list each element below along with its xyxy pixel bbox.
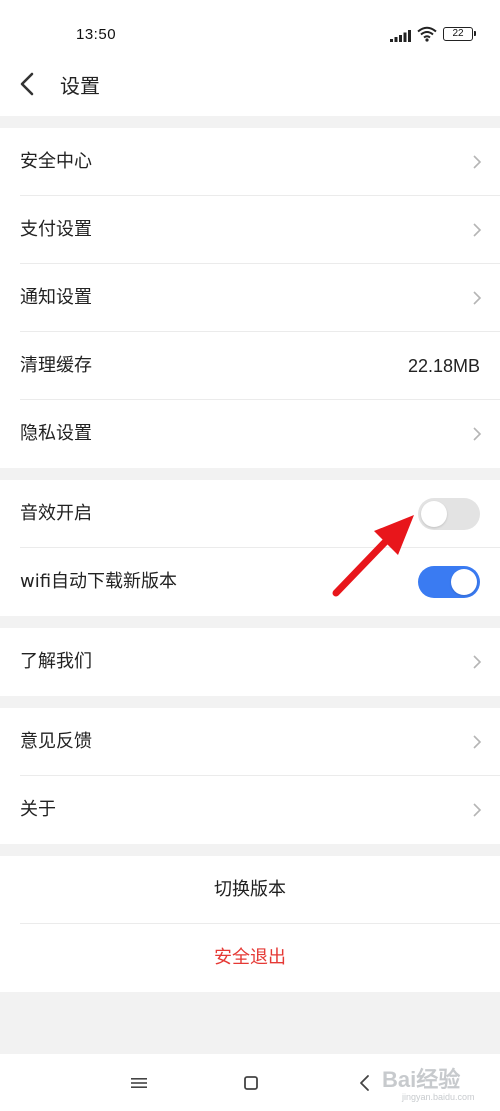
status-time: 13:50	[76, 26, 117, 43]
chevron-right-icon	[473, 223, 482, 237]
row-clear-cache[interactable]: 清理缓存 22.18MB	[0, 332, 500, 400]
row-label: 了解我们	[20, 651, 92, 672]
wifi-icon	[417, 26, 437, 42]
battery-level: 22	[452, 28, 464, 39]
row-label: wifi自动下载新版本	[20, 571, 178, 592]
sound-effects-toggle[interactable]	[418, 498, 480, 530]
settings-group-actions: 切换版本 安全退出	[0, 856, 500, 992]
menu-icon[interactable]	[128, 1072, 150, 1094]
page-title: 设置	[60, 74, 100, 98]
square-home-icon[interactable]	[240, 1072, 262, 1094]
row-notification-settings[interactable]: 通知设置	[0, 264, 500, 332]
row-label: 支付设置	[20, 219, 92, 240]
row-security-center[interactable]: 安全中心	[0, 128, 500, 196]
chevron-right-icon	[473, 803, 482, 817]
toggle-knob	[421, 501, 447, 527]
title-bar: 设置	[0, 56, 500, 116]
row-label: 意见反馈	[20, 731, 92, 752]
status-bar: 13:50 22	[0, 0, 500, 56]
settings-group-about-us: 了解我们	[0, 628, 500, 696]
cache-size-value: 22.18MB	[407, 356, 480, 376]
chevron-right-icon	[473, 655, 482, 669]
system-navigation-bar: Bai经验 jingyan.baidu.com	[0, 1054, 500, 1111]
row-payment-settings[interactable]: 支付设置	[0, 196, 500, 264]
watermark-sub: jingyan.baidu.com	[402, 1092, 475, 1102]
signal-icon	[390, 30, 411, 42]
settings-group-toggles: 音效开启 wifi自动下载新版本	[0, 480, 500, 616]
chevron-right-icon	[473, 155, 482, 169]
logout-button[interactable]: 安全退出	[0, 924, 500, 992]
settings-group-feedback: 意见反馈 关于	[0, 708, 500, 844]
logout-label: 安全退出	[214, 947, 286, 968]
row-wifi-auto-download: wifi自动下载新版本	[0, 548, 500, 616]
switch-version-button[interactable]: 切换版本	[0, 856, 500, 924]
chevron-right-icon	[473, 735, 482, 749]
chevron-right-icon	[473, 291, 482, 305]
battery-icon: 22	[443, 27, 476, 41]
row-about-us[interactable]: 了解我们	[0, 628, 500, 696]
row-about[interactable]: 关于	[0, 776, 500, 844]
row-feedback[interactable]: 意见反馈	[0, 708, 500, 776]
row-label: 关于	[20, 799, 56, 820]
row-label: 通知设置	[20, 287, 92, 308]
toggle-knob	[451, 569, 477, 595]
wifi-auto-download-toggle[interactable]	[418, 566, 480, 598]
chevron-right-icon	[473, 427, 482, 441]
row-sound-effects: 音效开启	[0, 480, 500, 548]
row-label: 安全中心	[20, 151, 92, 172]
watermark-text: Bai经验	[382, 1067, 461, 1092]
row-privacy-settings[interactable]: 隐私设置	[0, 400, 500, 468]
row-label: 音效开启	[20, 503, 92, 524]
baidu-jingyan-watermark: Bai经验 jingyan.baidu.com	[382, 1062, 492, 1106]
back-chevron-icon[interactable]	[14, 68, 46, 100]
settings-group-general: 安全中心 支付设置 通知设置 清理缓存 22.18MB 隐私设置	[0, 128, 500, 468]
switch-version-label: 切换版本	[214, 879, 286, 900]
back-triangle-icon[interactable]	[354, 1072, 376, 1094]
row-label: 清理缓存	[20, 355, 92, 376]
row-label: 隐私设置	[20, 423, 92, 444]
